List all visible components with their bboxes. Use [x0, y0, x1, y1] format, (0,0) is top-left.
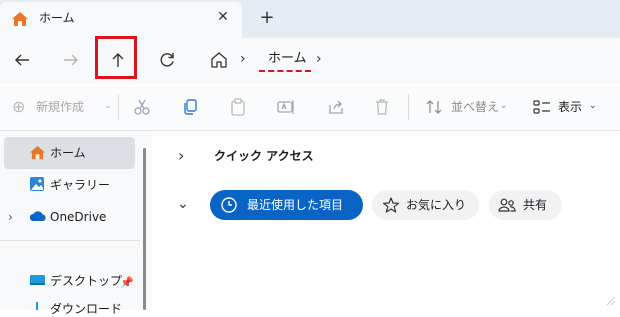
view-button[interactable]: 表示: [558, 99, 582, 115]
breadcrumb-separator-end[interactable]: ›: [316, 50, 322, 68]
new-icon: ⊕: [12, 97, 26, 116]
sidebar-item-label[interactable]: デスクトップ: [50, 273, 122, 289]
sort-icon[interactable]: [424, 97, 444, 117]
desktop-icon: [30, 275, 45, 285]
chevron-right-icon[interactable]: ›: [8, 210, 13, 224]
tab-home[interactable]: [0, 2, 242, 38]
copy-icon[interactable]: [180, 97, 200, 117]
cloud-icon: [29, 211, 46, 221]
star-icon: [382, 197, 400, 213]
breadcrumb-home[interactable]: ホーム: [268, 50, 307, 68]
filter-label: 共有: [523, 198, 548, 212]
breadcrumb-highlight: [259, 70, 311, 72]
home-icon: [12, 12, 28, 26]
refresh-button[interactable]: [153, 46, 181, 74]
sidebar-divider: [0, 240, 140, 241]
new-button[interactable]: 新規作成: [36, 99, 84, 115]
divider: [408, 94, 409, 120]
gallery-icon: [30, 177, 44, 191]
clock-icon: [221, 197, 237, 213]
sidebar-item-label[interactable]: ダウンロード: [50, 301, 122, 317]
share-icon[interactable]: [326, 97, 346, 117]
view-icon[interactable]: [532, 97, 552, 117]
sort-button[interactable]: 並べ替え: [451, 99, 499, 115]
home-outline-icon[interactable]: [209, 51, 229, 69]
download-icon: [36, 302, 38, 310]
sidebar-item-label[interactable]: ギャラリー: [50, 177, 110, 193]
section-title[interactable]: クイック アクセス: [214, 147, 314, 165]
forward-button[interactable]: [57, 46, 85, 74]
chevron-down-icon[interactable]: ⌄: [177, 196, 189, 212]
paste-icon[interactable]: [228, 97, 248, 117]
chevron-down-icon: ⌄: [589, 101, 597, 111]
sidebar-scrollbar[interactable]: [143, 148, 146, 310]
cut-icon[interactable]: [132, 97, 152, 117]
tab-title: ホーム: [39, 11, 75, 25]
divider: [118, 94, 119, 120]
filter-label: お気に入り: [406, 198, 467, 212]
chevron-right-icon[interactable]: ›: [178, 146, 184, 165]
resize-grip-icon[interactable]: [604, 294, 616, 306]
pin-icon[interactable]: 📌: [120, 276, 134, 289]
close-icon[interactable]: ✕: [214, 8, 232, 26]
chevron-down-icon: ⌄: [104, 101, 112, 111]
new-tab-button[interactable]: +: [258, 8, 276, 28]
rename-icon[interactable]: [276, 97, 296, 117]
filter-label: 最近使用した項目: [247, 198, 344, 212]
chevron-down-icon: ⌄: [500, 101, 508, 111]
people-icon: [498, 198, 516, 212]
sidebar-item-label: ホーム: [50, 146, 86, 160]
back-button[interactable]: [8, 46, 36, 74]
home-icon: [30, 145, 45, 160]
up-button-highlight: [95, 36, 137, 79]
breadcrumb-separator[interactable]: ›: [240, 50, 246, 68]
sidebar-item-label[interactable]: OneDrive: [50, 209, 106, 225]
delete-icon[interactable]: [372, 97, 392, 117]
command-bar: [0, 86, 620, 131]
